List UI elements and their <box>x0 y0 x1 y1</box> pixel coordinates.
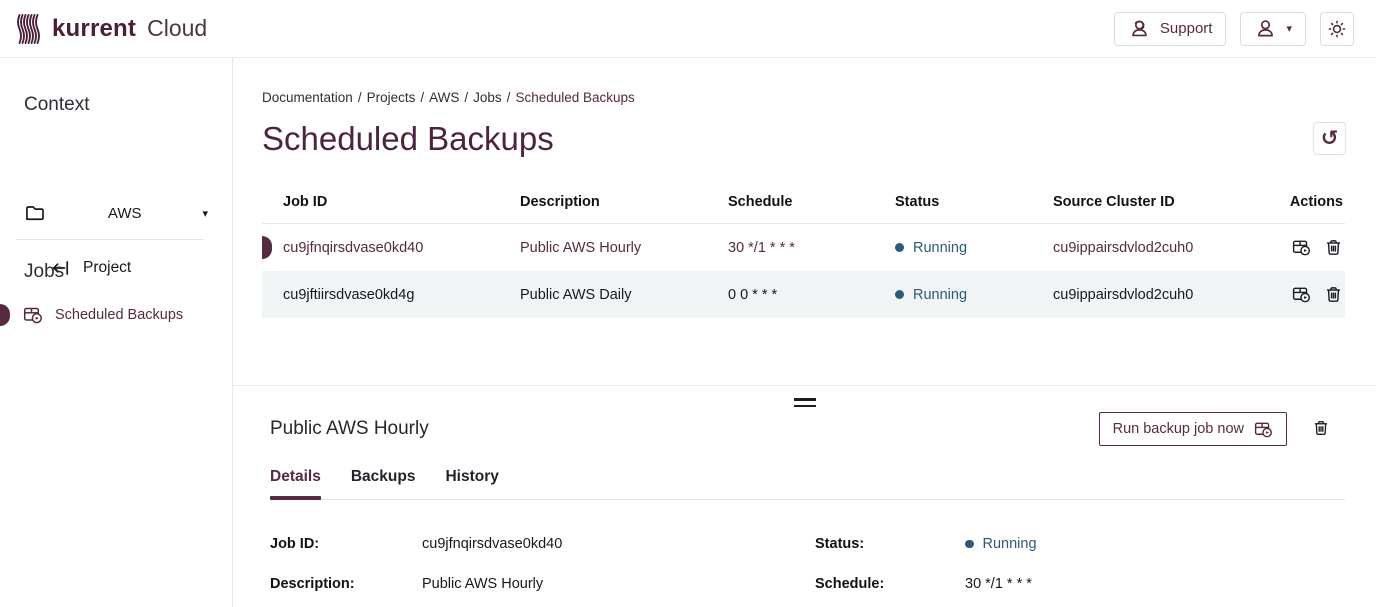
status-field-label: Status: <box>815 536 864 552</box>
description-cell: Public AWS Daily <box>520 287 728 303</box>
active-item-marker <box>0 304 10 326</box>
jobs-table: Job ID Description Schedule Status Sourc… <box>262 194 1345 318</box>
breadcrumb-separator: / <box>358 90 362 105</box>
detail-field-row: Job ID: cu9jfnqirsdvase0kd40 Status: Run… <box>270 536 1345 554</box>
status-label: Running <box>913 240 967 256</box>
tab-details[interactable]: Details <box>270 468 321 499</box>
description-field-label: Description: <box>270 576 355 592</box>
job-id-field-value: cu9jfnqirsdvase0kd40 <box>422 536 562 552</box>
source-cluster-id-cell: cu9ippairsdvlod2cuh0 <box>1053 287 1279 303</box>
kurrent-cloud-logo[interactable]: kurrent Cloud <box>16 13 207 45</box>
breadcrumb-separator: / <box>464 90 468 105</box>
schedule-field-value: 30 */1 * * * <box>965 576 1032 592</box>
panel-resize-handle[interactable] <box>794 398 816 411</box>
back-link-label: Project <box>83 259 131 277</box>
column-header-job-id: Job ID <box>262 194 520 210</box>
job-id-cell: cu9jfnqirsdvase0kd40 <box>262 240 520 256</box>
run-backup-now-label: Run backup job now <box>1113 421 1244 437</box>
description-field-value: Public AWS Hourly <box>422 576 543 592</box>
kurrent-wave-icon <box>16 13 43 45</box>
detail-tabs: Details Backups History <box>270 468 1345 500</box>
person-icon <box>1254 17 1277 40</box>
sun-icon <box>1326 18 1348 40</box>
column-header-schedule: Schedule <box>728 194 895 210</box>
panel-divider <box>233 385 1376 386</box>
context-heading: Context <box>24 94 89 116</box>
delete-job-icon[interactable] <box>1312 419 1330 437</box>
headset-icon <box>1128 17 1151 40</box>
backup-box-clock-icon <box>1254 420 1273 439</box>
user-menu-button[interactable]: ▾ <box>1240 12 1306 46</box>
refresh-button[interactable]: ↺ <box>1313 122 1346 155</box>
page-title: Scheduled Backups <box>262 120 554 158</box>
source-cluster-id-cell: cu9ippairsdvlod2cuh0 <box>1053 240 1279 256</box>
status-cell: Running <box>895 287 1053 303</box>
theme-toggle-button[interactable] <box>1320 12 1354 46</box>
breadcrumb-item[interactable]: Projects <box>367 90 416 105</box>
status-label: Running <box>983 536 1037 552</box>
main-content: Documentation / Projects / AWS / Jobs / Schedule… <box>233 58 1376 607</box>
breadcrumb: Documentation / Projects / AWS / Jobs / Schedule… <box>262 90 635 105</box>
breadcrumb-separator: / <box>420 90 424 105</box>
description-cell: Public AWS Hourly <box>520 240 728 256</box>
jobs-heading: Jobs <box>24 261 64 283</box>
folder-icon <box>24 202 47 225</box>
status-label: Running <box>913 287 967 303</box>
job-id-cell: cu9jftiirsdvase0kd4g <box>262 287 520 303</box>
delete-job-icon[interactable] <box>1324 285 1343 304</box>
breadcrumb-item[interactable]: Documentation <box>262 90 353 105</box>
status-dot <box>895 290 904 299</box>
status-field-value: Running <box>965 536 1037 552</box>
header-actions: Support ▾ <box>1114 12 1354 46</box>
context-selected-value: AWS <box>108 205 142 222</box>
logo-suffix-text: Cloud <box>147 15 207 42</box>
actions-cell <box>1279 238 1345 257</box>
status-dot <box>895 243 904 252</box>
backup-box-clock-icon <box>23 305 43 325</box>
table-row[interactable]: cu9jfnqirsdvase0kd40 Public AWS Hourly 3… <box>262 224 1345 271</box>
actions-cell <box>1279 285 1345 304</box>
status-cell: Running <box>895 240 1053 256</box>
breadcrumb-item[interactable]: AWS <box>429 90 459 105</box>
support-button-label: Support <box>1160 20 1213 37</box>
app-window: kurrent Cloud Support <box>0 0 1376 607</box>
sidebar-item-scheduled-backups[interactable]: Scheduled Backups <box>0 302 232 328</box>
breadcrumb-item-current: Scheduled Backups <box>515 90 634 105</box>
logo-brand-text: kurrent <box>52 15 136 43</box>
chevron-down-icon: ▾ <box>1286 23 1292 34</box>
column-header-source-cluster-id: Source Cluster ID <box>1053 194 1279 210</box>
tab-backups[interactable]: Backups <box>351 468 416 499</box>
detail-field-row: Description: Public AWS Hourly Schedule:… <box>270 576 1345 594</box>
column-header-description: Description <box>520 194 728 210</box>
context-selector[interactable]: AWS ▾ <box>24 199 208 227</box>
schedule-field-label: Schedule: <box>815 576 884 592</box>
tab-history[interactable]: History <box>445 468 498 499</box>
refresh-icon: ↺ <box>1321 128 1339 149</box>
detail-panel-title: Public AWS Hourly <box>270 418 429 440</box>
run-backup-now-button[interactable]: Run backup job now <box>1099 412 1287 446</box>
breadcrumb-item[interactable]: Jobs <box>473 90 502 105</box>
breadcrumb-separator: / <box>507 90 511 105</box>
support-button[interactable]: Support <box>1114 12 1227 46</box>
run-backup-icon[interactable] <box>1292 238 1311 257</box>
schedule-cell: 0 0 * * * <box>728 287 895 303</box>
top-header: kurrent Cloud Support <box>0 0 1376 58</box>
sidebar: Context AWS ▾ Project Jobs <box>0 58 233 607</box>
table-header-row: Job ID Description Schedule Status Sourc… <box>262 194 1345 224</box>
column-header-status: Status <box>895 194 1053 210</box>
table-row[interactable]: cu9jftiirsdvase0kd4g Public AWS Daily 0 … <box>262 271 1345 318</box>
sidebar-divider <box>16 239 204 240</box>
delete-job-icon[interactable] <box>1324 238 1343 257</box>
chevron-down-icon: ▾ <box>202 208 208 219</box>
sidebar-item-label: Scheduled Backups <box>55 307 183 323</box>
run-backup-icon[interactable] <box>1292 285 1311 304</box>
column-header-actions: Actions <box>1279 194 1345 210</box>
status-dot <box>965 540 974 549</box>
job-id-field-label: Job ID: <box>270 536 319 552</box>
schedule-cell: 30 */1 * * * <box>728 240 895 256</box>
